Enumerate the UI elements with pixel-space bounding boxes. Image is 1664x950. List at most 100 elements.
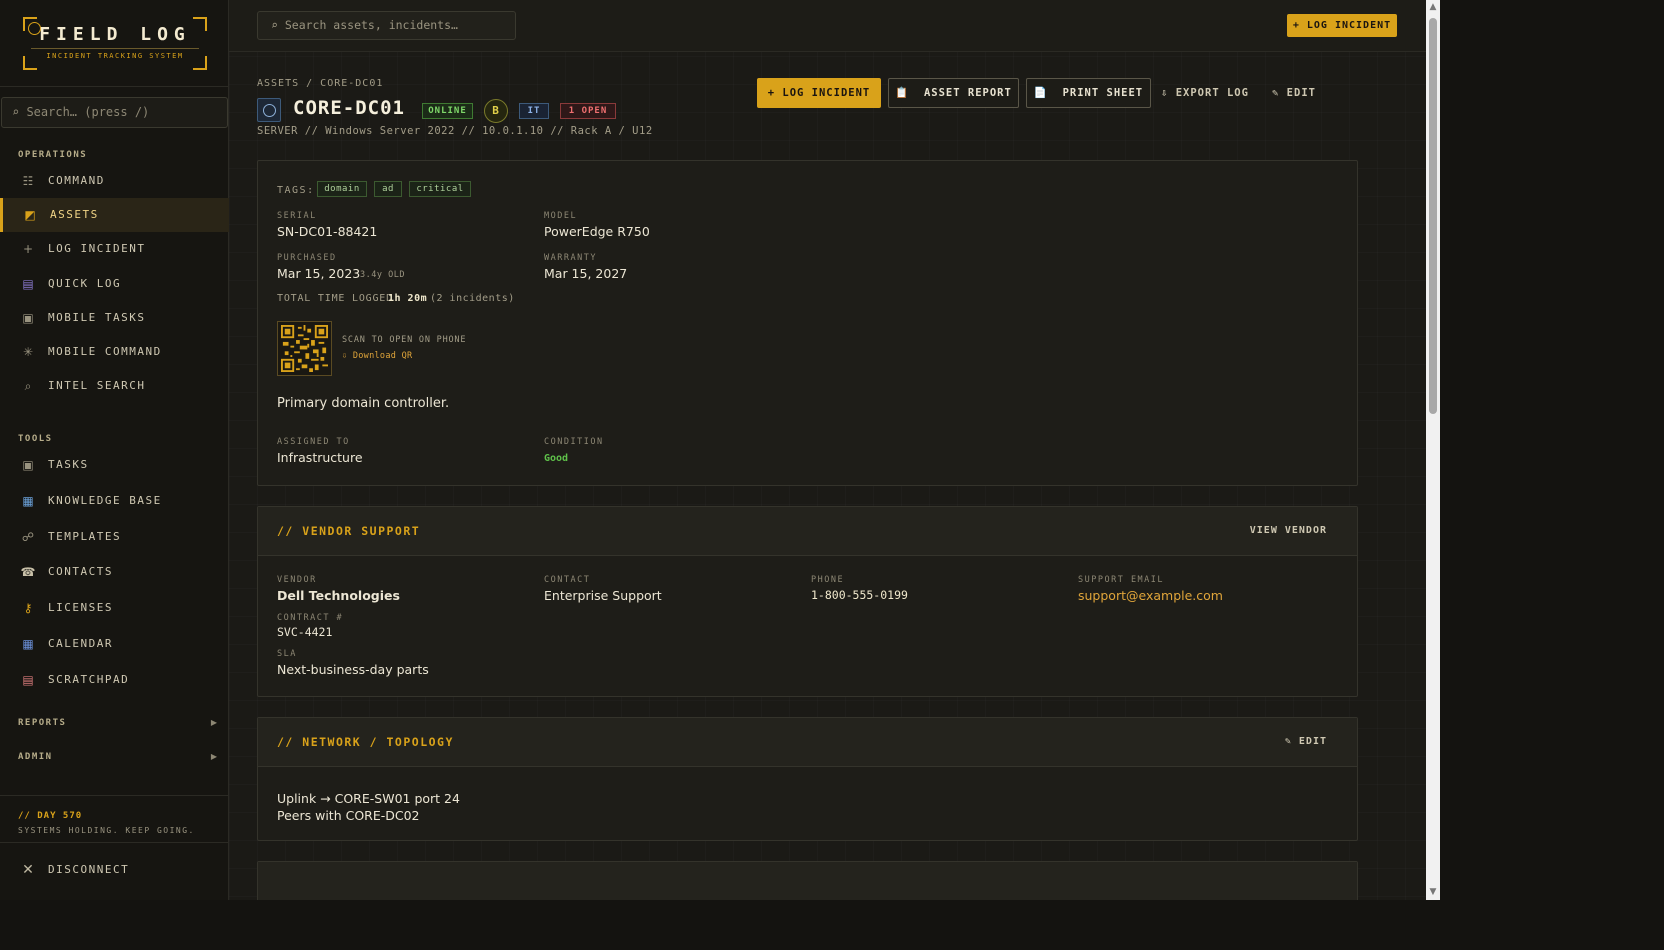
scroll-down-icon[interactable]: ▼ [1428, 887, 1438, 897]
tags-label: TAGS: [277, 185, 315, 196]
qr-caption: SCAN TO OPEN ON PHONE [342, 335, 467, 345]
caret-right-icon: ▶ [210, 752, 217, 761]
vendor-value: Dell Technologies [277, 588, 400, 603]
logo-subtitle: INCIDENT TRACKING SYSTEM [46, 52, 184, 60]
time-logged-label: TOTAL TIME LOGGED: [277, 293, 400, 304]
vendor-label: VENDOR [277, 575, 317, 585]
sidebar-item-knowledge-base[interactable]: ▦ KNOWLEDGE BASE [0, 484, 229, 518]
sidebar-item-label: MOBILE COMMAND [48, 345, 162, 358]
page-title: CORE-DC01 [293, 97, 405, 119]
topbar: ⌕ Search assets, incidents… + LOG INCIDE… [229, 0, 1426, 52]
sidebar-item-mobile-tasks[interactable]: ▣ MOBILE TASKS [0, 301, 229, 335]
grid-list-icon: ☷ [22, 174, 34, 188]
tag-chip[interactable]: ad [374, 181, 402, 197]
disconnect-button[interactable]: ✕ DISCONNECT [0, 853, 229, 887]
section-title: // NETWORK / TOPOLOGY [277, 735, 454, 749]
vendor-support-card: // VENDOR SUPPORT VIEW VENDOR VENDOR Del… [257, 506, 1358, 697]
sidebar-search-input[interactable]: ⌕ Search… (press /) [1, 97, 228, 128]
calendar-icon: ▦ [22, 637, 34, 651]
export-log-button[interactable]: ⇩ EXPORT LOG [1158, 78, 1252, 108]
download-qr-link[interactable]: ⇩ Download QR [342, 351, 412, 361]
asset-details-card: TAGS: domain ad critical SERIAL SN-DC01-… [257, 160, 1358, 486]
sidebar-item-label: KNOWLEDGE BASE [48, 493, 162, 507]
pencil-icon: ✎ [1272, 87, 1280, 99]
nav-group-reports[interactable]: REPORTS ▶ [0, 714, 229, 734]
tag-chip[interactable]: critical [409, 181, 471, 197]
scrollbar-thumb[interactable] [1429, 18, 1437, 414]
document-icon: 📄 [1033, 87, 1048, 99]
view-vendor-button[interactable]: VIEW VENDOR [1250, 525, 1327, 536]
global-search-input[interactable]: ⌕ Search assets, incidents… [257, 11, 516, 40]
divider [0, 795, 229, 796]
log-incident-button[interactable]: + LOG INCIDENT [757, 78, 881, 108]
sidebar-item-label: LOG INCIDENT [48, 242, 146, 256]
contract-label: CONTRACT # [277, 613, 344, 623]
scroll-up-icon[interactable]: ▲ [1428, 2, 1438, 12]
sidebar-item-label: COMMAND [48, 174, 105, 187]
network-topology-card: // NETWORK / TOPOLOGY ✎ EDIT Uplink → CO… [257, 717, 1358, 841]
sidebar-item-scratchpad[interactable]: ▤ SCRATCHPAD [0, 663, 229, 697]
asset-age: 3.4y OLD [360, 270, 405, 280]
sidebar-item-contacts[interactable]: ☎ CONTACTS [0, 555, 229, 589]
caret-right-icon: ▶ [210, 718, 217, 727]
sidebar-item-templates[interactable]: ☍ TEMPLATES [0, 520, 229, 554]
contract-value: SVC-4421 [277, 625, 333, 639]
sidebar-item-assets[interactable]: ◩ ASSETS [0, 198, 229, 233]
support-email-label: SUPPORT EMAIL [1078, 575, 1165, 585]
plus-icon: + [22, 242, 34, 257]
nav-group-admin[interactable]: ADMIN ▶ [0, 748, 229, 768]
serial-label: SERIAL [277, 211, 317, 221]
link-icon: ☍ [21, 529, 35, 544]
sidebar-item-calendar[interactable]: ▦ CALENDAR [0, 627, 229, 661]
asset-icon: ◩ [24, 208, 36, 223]
phone-value[interactable]: 1-800-555-0199 [811, 588, 908, 602]
contact-value: Enterprise Support [544, 588, 662, 603]
sidebar-item-licenses[interactable]: ⚷ LICENSES [0, 591, 229, 625]
scrollbar[interactable]: ▲ ▼ [1426, 0, 1440, 900]
sidebar-item-log-incident[interactable]: + LOG INCIDENT [0, 232, 229, 266]
phone-icon: ☎ [20, 565, 36, 580]
topbar-log-incident-button[interactable]: + LOG INCIDENT [1287, 14, 1397, 37]
serial-value: SN-DC01-88421 [277, 224, 378, 239]
asset-description: Primary domain controller. [277, 396, 450, 411]
purchased-value: Mar 15, 2023 [277, 266, 361, 281]
condition-label: CONDITION [544, 437, 604, 447]
warranty-label: WARRANTY [544, 253, 597, 263]
clipboard-icon: 📋 [895, 87, 910, 99]
sidebar-item-mobile-command[interactable]: ✳ MOBILE COMMAND [0, 335, 229, 369]
print-sheet-button[interactable]: 📄 PRINT SHEET [1026, 78, 1151, 108]
logo[interactable]: FIELD LOG INCIDENT TRACKING SYSTEM [23, 17, 207, 70]
breadcrumb[interactable]: ASSETS / CORE-DC01 [257, 78, 383, 89]
sidebar-item-quick-log[interactable]: ▤ QUICK LOG [0, 267, 229, 301]
open-incidents-badge[interactable]: 1 OPEN [560, 103, 616, 119]
asset-report-button[interactable]: 📋 ASSET REPORT [888, 78, 1019, 108]
category-badge: IT [519, 103, 549, 119]
sidebar-item-command[interactable]: ☷ COMMAND [0, 164, 229, 198]
grade-badge: B [484, 99, 508, 123]
asset-meta: SERVER // Windows Server 2022 // 10.0.1.… [257, 125, 653, 137]
vendor-support-header: // VENDOR SUPPORT VIEW VENDOR [258, 507, 1357, 556]
edit-network-button[interactable]: ✎ EDIT [1285, 736, 1327, 747]
purchased-label: PURCHASED [277, 253, 337, 263]
section-label-operations: OPERATIONS [18, 150, 88, 160]
sidebar-item-label: CONTACTS [48, 565, 113, 579]
app-window: FIELD LOG INCIDENT TRACKING SYSTEM ⌕ Sea… [0, 0, 1440, 900]
sidebar-item-tasks[interactable]: ▣ TASKS [0, 448, 229, 482]
phone-label: PHONE [811, 575, 845, 585]
sidebar-item-label: INTEL SEARCH [48, 379, 146, 393]
edit-button[interactable]: ✎ EDIT [1264, 78, 1324, 108]
sidebar-item-label: MOBILE TASKS [48, 310, 146, 324]
tag-chip[interactable]: domain [317, 181, 367, 197]
qr-code-image [281, 325, 328, 372]
sidebar-item-label: TEMPLATES [48, 529, 122, 543]
section-title: // VENDOR SUPPORT [277, 524, 421, 538]
qr-code[interactable] [277, 321, 332, 376]
day-message: SYSTEMS HOLDING. KEEP GOING. [18, 826, 195, 835]
sidebar-item-intel-search[interactable]: ⌕ INTEL SEARCH [0, 369, 229, 403]
assigned-value: Infrastructure [277, 450, 363, 465]
model-value: PowerEdge R750 [544, 224, 650, 239]
main-content: ⌕ Search assets, incidents… + LOG INCIDE… [229, 0, 1426, 900]
network-line: Uplink → CORE-SW01 port 24 [277, 791, 460, 806]
support-email-link[interactable]: support@example.com [1078, 588, 1223, 603]
network-line: Peers with CORE-DC02 [277, 808, 420, 823]
